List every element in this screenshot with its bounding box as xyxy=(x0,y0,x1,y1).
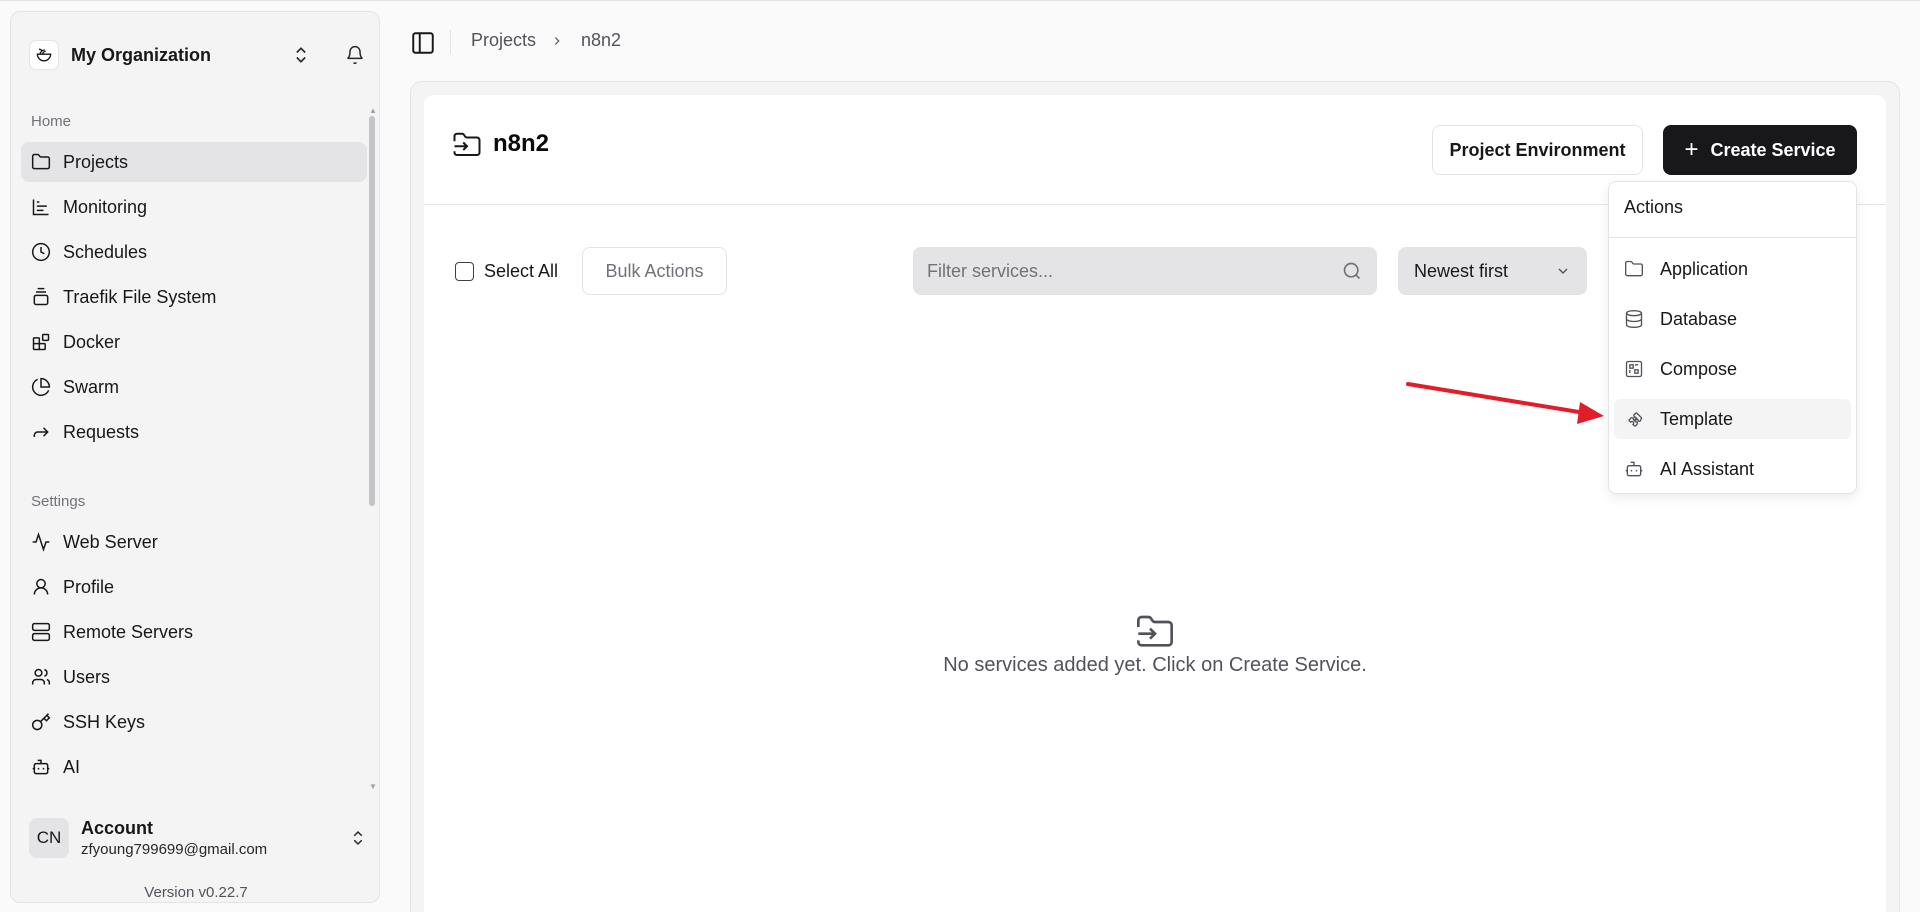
sidebar-item-label: Docker xyxy=(63,331,121,352)
sidebar-item-label: Monitoring xyxy=(63,196,148,217)
users-icon xyxy=(31,668,51,685)
sidebar-item-projects[interactable]: Projects xyxy=(21,142,367,182)
bot-icon xyxy=(32,759,50,775)
sidebar-item-profile[interactable]: Profile xyxy=(21,567,367,607)
sidebar-item-users[interactable]: Users xyxy=(21,657,367,697)
chevrons-up-down-icon[interactable] xyxy=(291,44,311,71)
menu-item-compose[interactable]: Compose xyxy=(1614,349,1851,389)
server-icon xyxy=(31,622,51,642)
account-email: zfyoung799699@gmail.com xyxy=(81,841,268,858)
sidebar-item-label: Users xyxy=(63,666,111,687)
search-icon xyxy=(1342,261,1362,286)
org-logo-icon xyxy=(29,40,59,70)
sidebar-item-label: Projects xyxy=(63,151,129,172)
activity-icon xyxy=(32,532,50,552)
org-name: My Organization xyxy=(71,44,212,65)
puzzle-icon xyxy=(1628,412,1643,427)
org-switcher[interactable]: My Organization xyxy=(29,33,363,77)
sidebar-item-label: Schedules xyxy=(63,241,148,262)
filter-services-input[interactable] xyxy=(913,247,1377,295)
sidebar-item-label: Requests xyxy=(63,421,140,442)
divider xyxy=(450,30,451,54)
forward-icon xyxy=(33,427,49,437)
menu-label: Actions xyxy=(1624,197,1684,217)
panel-left-icon xyxy=(412,32,434,54)
version-label: Version v0.22.7 xyxy=(144,884,248,901)
page-title: n8n2 xyxy=(493,130,550,157)
settings-group-label: Settings xyxy=(31,493,86,510)
bell-icon[interactable] xyxy=(345,44,365,71)
database-icon xyxy=(1625,310,1643,328)
blocks-icon xyxy=(32,333,50,351)
home-group-label: Home xyxy=(31,113,72,130)
sidebar-toggle-button[interactable] xyxy=(408,28,438,58)
sidebar-item-monitoring[interactable]: Monitoring xyxy=(21,187,367,227)
pie-icon xyxy=(31,377,51,397)
avatar: CN xyxy=(29,818,69,858)
menu-item-database[interactable]: Database xyxy=(1614,299,1851,339)
chevrons-up-down-icon[interactable] xyxy=(349,828,367,853)
stack-icon xyxy=(33,287,49,306)
top-border xyxy=(0,0,1920,1)
sort-value: Newest first xyxy=(1414,260,1509,281)
sidebar: My Organization Home Projects Monitoring… xyxy=(10,11,380,903)
create-service-label: Create Service xyxy=(1710,139,1836,160)
sidebar-item-ssh-keys[interactable]: SSH Keys xyxy=(21,702,367,742)
folder-input-icon xyxy=(452,130,482,165)
sidebar-item-ai[interactable]: AI xyxy=(21,747,367,787)
menu-item-label: Compose xyxy=(1660,358,1738,379)
sidebar-item-remote-servers[interactable]: Remote Servers xyxy=(21,612,367,652)
sidebar-item-label: SSH Keys xyxy=(63,711,146,732)
folder-icon xyxy=(1625,260,1643,277)
select-all-checkbox[interactable] xyxy=(455,262,474,281)
menu-item-application[interactable]: Application xyxy=(1614,249,1851,289)
menu-item-template[interactable]: Template xyxy=(1614,399,1851,439)
sidebar-item-label: Traefik File System xyxy=(63,286,217,307)
create-service-menu: Actions Application Database Compose Tem… xyxy=(1608,181,1857,494)
menu-item-label: AI Assistant xyxy=(1660,458,1755,479)
user-icon xyxy=(33,578,49,595)
bot-icon xyxy=(1625,461,1643,477)
chevron-right-icon xyxy=(550,33,564,54)
breadcrumb-projects[interactable]: Projects xyxy=(471,30,536,51)
sort-select[interactable]: Newest first xyxy=(1398,247,1587,295)
sidebar-item-label: Web Server xyxy=(63,531,158,552)
breadcrumb-current: n8n2 xyxy=(581,30,622,50)
project-environment-button[interactable]: Project Environment xyxy=(1432,125,1643,175)
scroll-up-icon[interactable]: ▲ xyxy=(369,106,377,115)
sidebar-item-label: Profile xyxy=(63,576,115,597)
menu-item-ai-assistant[interactable]: AI Assistant xyxy=(1614,449,1851,489)
account-switcher[interactable]: CN Account zfyoung799699@gmail.com xyxy=(29,808,369,868)
account-name: Account xyxy=(81,818,153,838)
plus-icon: + xyxy=(1684,136,1699,163)
scroll-down-icon[interactable]: ▼ xyxy=(369,782,377,791)
select-all-label[interactable]: Select All xyxy=(484,261,558,282)
sidebar-item-label: Remote Servers xyxy=(63,621,194,642)
sidebar-item-docker[interactable]: Docker xyxy=(21,322,367,362)
menu-item-label: Database xyxy=(1660,308,1738,329)
key-icon xyxy=(31,713,51,731)
menu-item-label: Application xyxy=(1660,258,1749,279)
sidebar-item-swarm[interactable]: Swarm xyxy=(21,367,367,407)
folder-input-icon xyxy=(1135,612,1175,657)
sidebar-scrollbar[interactable] xyxy=(369,116,375,506)
sidebar-item-web-server[interactable]: Web Server xyxy=(21,522,367,562)
menu-item-label: Template xyxy=(1660,408,1734,429)
sidebar-item-label: Swarm xyxy=(63,376,120,397)
bulk-actions-button[interactable]: Bulk Actions xyxy=(582,247,727,295)
chart-icon xyxy=(32,199,49,216)
sidebar-item-traefik[interactable]: Traefik File System xyxy=(21,277,367,317)
folder-icon xyxy=(31,153,51,170)
compose-icon xyxy=(1625,360,1643,378)
sidebar-item-schedules[interactable]: Schedules xyxy=(21,232,367,272)
clock-icon xyxy=(31,242,51,262)
chevron-down-icon xyxy=(1555,262,1571,285)
sidebar-item-requests[interactable]: Requests xyxy=(21,412,367,452)
empty-state-message: No services added yet. Click on Create S… xyxy=(943,654,1367,676)
create-service-button[interactable]: + Create Service xyxy=(1663,125,1857,175)
sidebar-item-label: AI xyxy=(63,756,81,777)
divider xyxy=(1609,237,1856,238)
